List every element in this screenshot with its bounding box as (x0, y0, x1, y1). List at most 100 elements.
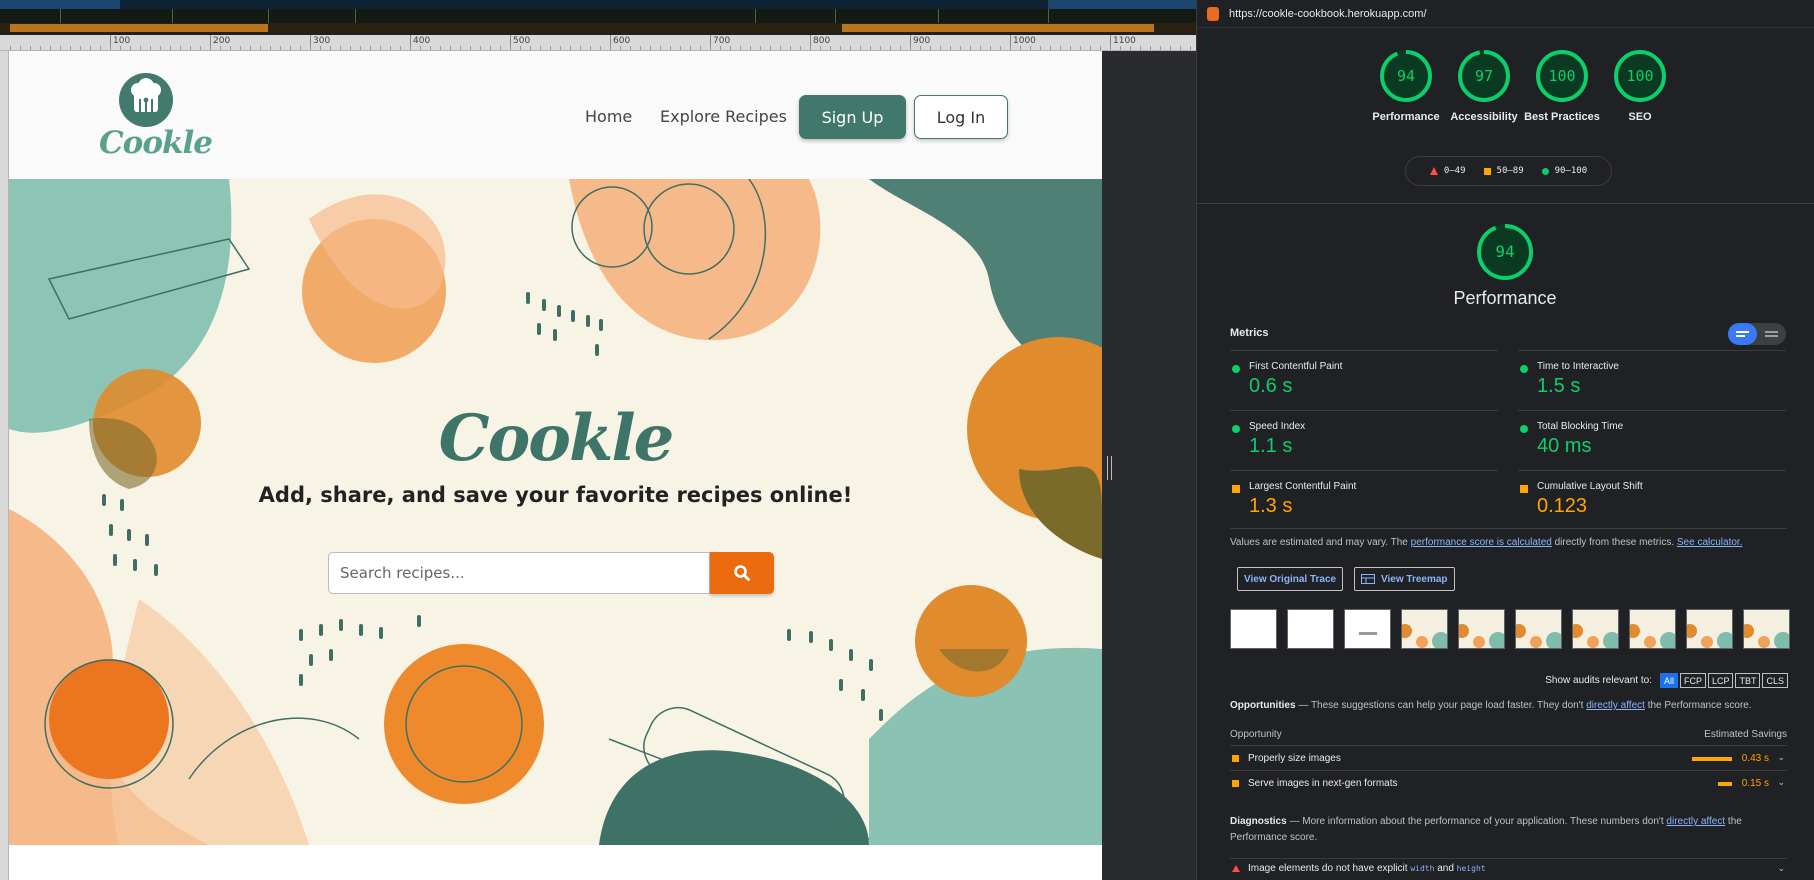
metric-item: Speed Index 1.1 s (1230, 410, 1498, 470)
ruler-tick (480, 46, 481, 50)
metric-value: 0.6 s (1249, 375, 1293, 397)
ruler-tick (1010, 46, 1011, 50)
performance-track-frames (0, 9, 1196, 23)
audit-filter-chip-fcp[interactable]: FCP (1679, 673, 1706, 688)
filmstrip-frame (1458, 609, 1505, 649)
divider (1197, 203, 1814, 204)
opportunity-name: Serve images in next-gen formats (1248, 778, 1398, 789)
ruler-tick (1110, 46, 1111, 50)
gauge-ring: 100 (1536, 50, 1588, 102)
search-icon (734, 565, 750, 581)
ruler-tick (800, 46, 801, 50)
ruler-tick (460, 46, 461, 50)
metric-value: 1.1 s (1249, 435, 1293, 457)
audit-filter-chip-tbt[interactable]: TBT (1735, 673, 1761, 688)
ruler-tick (380, 46, 381, 50)
report-url[interactable]: https://cookle-cookbook.herokuapp.com/ (1229, 8, 1427, 20)
resize-handle[interactable] (1107, 456, 1112, 480)
column-estimated-savings: Estimated Savings (1704, 729, 1787, 740)
ruler-tick (990, 46, 991, 50)
chef-hat-icon (119, 73, 173, 127)
ruler-tick (1150, 46, 1151, 50)
score-calculated-link[interactable]: performance score is calculated (1411, 537, 1552, 548)
section-desc: — These suggestions can help your page l… (1295, 700, 1587, 711)
directly-affect-link[interactable]: directly affect (1666, 816, 1725, 827)
ruler-tick (580, 46, 581, 50)
ruler-tick (320, 46, 321, 50)
ruler-tick (720, 46, 721, 50)
metric-item: Time to Interactive 1.5 s (1518, 350, 1786, 410)
column-opportunity: Opportunity (1230, 729, 1282, 740)
diagnostic-row[interactable]: Image elements do not have explicit widt… (1230, 858, 1787, 878)
ruler-tick (490, 46, 491, 50)
nav-home-link[interactable]: Home (585, 107, 632, 126)
ruler-tick (70, 46, 71, 50)
ruler-tick (60, 46, 61, 50)
ruler-tick (390, 46, 391, 50)
ruler-tick (650, 46, 651, 50)
audits-filter: Show audits relevant to: All FCP LCP TBT CLS (1545, 673, 1788, 688)
sign-up-button[interactable]: Sign Up (799, 95, 906, 139)
metrics-heading: Metrics (1230, 327, 1269, 339)
ruler-tick (300, 46, 301, 50)
audits-filter-label: Show audits relevant to: (1545, 675, 1652, 686)
log-in-button[interactable]: Log In (914, 95, 1008, 139)
vertical-ruler (0, 51, 9, 880)
hero-title: Cookle (438, 401, 675, 476)
audit-filter-chip-cls[interactable]: CLS (1762, 673, 1788, 688)
gauge-score: 100 (1548, 67, 1575, 85)
view-treemap-button[interactable]: View Treemap (1354, 567, 1455, 591)
ruler-tick (200, 46, 201, 50)
category-gauge[interactable]: 97 Accessibility (1441, 48, 1527, 125)
average-square-icon (1232, 485, 1240, 493)
ruler-tick (960, 46, 961, 50)
main-category-title: Performance (1453, 288, 1557, 308)
ruler-tick (20, 46, 21, 50)
nav-explore-recipes-link[interactable]: Explore Recipes (660, 107, 787, 126)
search-button[interactable] (710, 552, 774, 594)
ruler-tick (350, 46, 351, 50)
ruler-tick (250, 46, 251, 50)
hero-section: Cookle Add, share, and save your favorit… (9, 179, 1102, 845)
opportunity-row[interactable]: Properly size images 0.43 s ⌄ (1230, 745, 1787, 770)
see-calculator-link[interactable]: See calculator. (1677, 537, 1743, 548)
chevron-down-icon[interactable]: ⌄ (1777, 777, 1785, 788)
directly-affect-link[interactable]: directly affect (1586, 700, 1645, 711)
recipe-search-input[interactable] (328, 552, 710, 594)
diag-code: width (1410, 864, 1435, 873)
audit-filter-chip-all[interactable]: All (1659, 673, 1678, 688)
metrics-view-toggle[interactable] (1728, 323, 1786, 345)
gauge-ring: 97 (1458, 50, 1510, 102)
metric-name: Total Blocking Time (1537, 421, 1624, 432)
category-gauge[interactable]: 100 SEO (1597, 48, 1683, 125)
chevron-down-icon[interactable]: ⌄ (1777, 752, 1785, 763)
ruler-tick (540, 46, 541, 50)
category-gauge[interactable]: 100 Best Practices (1519, 48, 1605, 125)
ruler-tick (180, 46, 181, 50)
average-square-icon (1483, 167, 1491, 175)
view-original-trace-button[interactable]: View Original Trace (1237, 567, 1344, 591)
chevron-down-icon[interactable]: ⌄ (1777, 863, 1785, 874)
report-url-bar: https://cookle-cookbook.herokuapp.com/ (1197, 0, 1814, 28)
ruler-tick (1180, 46, 1181, 50)
savings-value: 0.43 s (1741, 753, 1769, 764)
ruler-tick-label: 1000 (1010, 35, 1036, 50)
ruler-tick (690, 46, 691, 50)
divider (1230, 528, 1787, 529)
ruler-tick (900, 46, 901, 50)
pass-circle-icon (1232, 365, 1240, 373)
ruler-tick (890, 46, 891, 50)
metric-value: 0.123 (1537, 495, 1588, 517)
diagnostic-title: Image elements do not have explicit widt… (1248, 863, 1486, 874)
category-gauge[interactable]: 94 Performance (1363, 48, 1449, 125)
opportunity-row[interactable]: Serve images in next-gen formats 0.15 s ⌄ (1230, 770, 1787, 795)
metric-item: Largest Contentful Paint 1.3 s (1230, 470, 1498, 530)
ruler-tick (980, 46, 981, 50)
audit-filter-chip-lcp[interactable]: LCP (1707, 673, 1734, 688)
ruler-tick (1160, 46, 1161, 50)
site-logo[interactable]: Cookle (99, 73, 213, 163)
ruler-tick (40, 46, 41, 50)
lighthouse-icon (1207, 7, 1219, 21)
ruler-tick (620, 46, 621, 50)
metric-item: First Contentful Paint 0.6 s (1230, 350, 1498, 410)
